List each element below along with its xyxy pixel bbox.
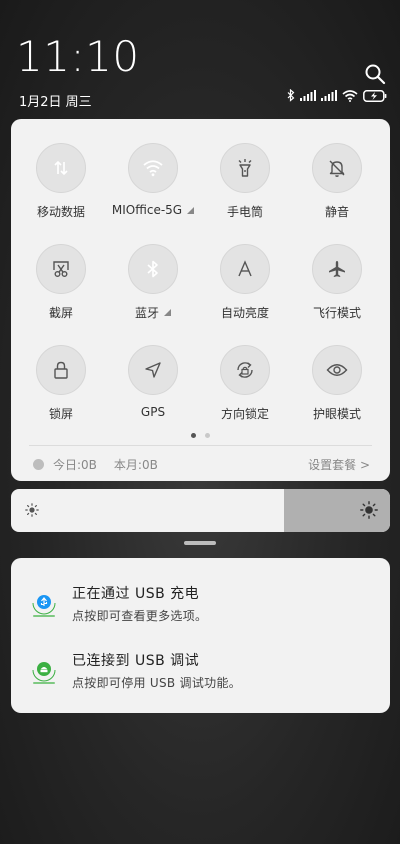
cell-signal-icon xyxy=(321,90,337,101)
notification-usb-charging[interactable]: ​ 正在通过 USB 充电 点按即可查看更多选项。 xyxy=(11,583,390,643)
divider xyxy=(29,445,372,446)
page-dot[interactable] xyxy=(205,433,210,438)
cell-signal-icon xyxy=(300,90,316,101)
toggle-gps[interactable]: GPS xyxy=(107,345,199,422)
mobile-data-icon xyxy=(54,160,68,176)
expand-caret-icon[interactable] xyxy=(187,206,195,214)
bluetooth-status-icon xyxy=(287,89,295,102)
brightness-slider[interactable] xyxy=(11,489,390,532)
clock-time: 11:10 xyxy=(16,32,140,81)
data-plan-settings-link[interactable]: 设置套餐 > xyxy=(308,456,370,473)
toggle-screenshot[interactable]: 截屏 xyxy=(15,244,107,321)
panel-drag-handle[interactable] xyxy=(184,541,216,545)
data-usage-icon xyxy=(33,459,44,470)
toggle-label: MIOffice-5G xyxy=(112,203,195,217)
rotation-lock-icon xyxy=(237,362,253,378)
wifi-status-icon xyxy=(342,89,358,102)
page-indicator[interactable] xyxy=(11,433,390,438)
toggle-label: 自动亮度 xyxy=(220,306,269,320)
status-bar-icons xyxy=(287,89,387,102)
notification-title: 已连接到 USB 调试 xyxy=(72,653,200,669)
notification-body: 点按即可查看更多选项。 xyxy=(72,609,208,623)
toggle-mute[interactable]: 静音 xyxy=(291,143,383,220)
toggle-airplane[interactable]: 飞行模式 xyxy=(291,244,383,321)
toggle-eye-care[interactable]: 护眼模式 xyxy=(291,345,383,422)
toggle-circle[interactable] xyxy=(128,345,178,395)
toggle-wifi[interactable]: MIOffice-5G xyxy=(107,143,199,220)
toggle-circle[interactable] xyxy=(312,143,362,193)
toggle-circle[interactable] xyxy=(128,143,178,193)
brightness-high-icon xyxy=(360,501,378,519)
toggle-label: 手电筒 xyxy=(226,205,263,219)
quick-settings-panel: 移动数据 MIOffice-5G 手电筒 静音 截屏 蓝牙 自动亮度 飞行模式 … xyxy=(11,119,390,481)
toggle-label: 锁屏 xyxy=(48,407,73,421)
navigation-arrow-icon xyxy=(145,362,161,378)
toggle-circle[interactable] xyxy=(36,345,86,395)
notification-usb-debugging[interactable]: 已连接到 USB 调试 点按即可停用 USB 调试功能。 xyxy=(11,650,390,710)
bell-off-icon xyxy=(329,160,345,177)
date-label: 1月2日 周三 xyxy=(19,95,92,110)
toggle-circle[interactable] xyxy=(312,244,362,294)
data-usage-month: 本月:0B xyxy=(113,458,158,472)
toggle-label: 静音 xyxy=(324,205,349,219)
notification-title: 正在通过 USB 充电 xyxy=(72,586,200,602)
toggle-circle[interactable] xyxy=(220,143,270,193)
flashlight-icon xyxy=(238,159,252,177)
scissors-icon xyxy=(53,261,69,277)
toggle-circle[interactable] xyxy=(36,143,86,193)
toggle-lock-screen[interactable]: 锁屏 xyxy=(15,345,107,422)
toggle-flashlight[interactable]: 手电筒 xyxy=(199,143,291,220)
bluetooth-icon xyxy=(147,260,158,278)
toggle-label: 移动数据 xyxy=(36,205,85,219)
toggle-label: 方向锁定 xyxy=(220,407,269,421)
toggle-mobile-data[interactable]: 移动数据 xyxy=(15,143,107,220)
toggle-circle[interactable] xyxy=(36,244,86,294)
quick-toggle-grid: 移动数据 MIOffice-5G 手电筒 静音 截屏 蓝牙 自动亮度 飞行模式 … xyxy=(11,143,390,422)
search-icon[interactable] xyxy=(364,63,386,85)
toggle-auto-brightness[interactable]: 自动亮度 xyxy=(199,244,291,321)
expand-caret-icon[interactable] xyxy=(164,309,171,316)
notification-body: 点按即可停用 USB 调试功能。 xyxy=(72,676,242,690)
battery-charging-icon xyxy=(363,89,387,102)
data-usage-today: 今日:0B xyxy=(53,458,97,472)
toggle-circle[interactable] xyxy=(128,244,178,294)
usb-charging-app-icon: ​ xyxy=(32,595,56,617)
wifi-icon xyxy=(143,160,163,177)
data-usage-row: 今日:0B 本月:0B 设置套餐 > xyxy=(33,456,370,473)
toggle-label: GPS xyxy=(140,405,166,419)
page-dot-active[interactable] xyxy=(191,433,196,438)
lock-icon xyxy=(54,361,68,379)
toggle-rotation-lock[interactable]: 方向锁定 xyxy=(199,345,291,422)
toggle-label: 护眼模式 xyxy=(312,407,361,421)
brightness-low-icon xyxy=(25,503,39,517)
toggle-circle[interactable] xyxy=(220,345,270,395)
toggle-circle[interactable] xyxy=(220,244,270,294)
toggle-label: 蓝牙 xyxy=(135,304,171,321)
toggle-label: 飞行模式 xyxy=(312,306,361,320)
usb-debug-app-icon xyxy=(32,662,56,684)
eye-icon xyxy=(326,364,348,376)
notification-card: ​ 正在通过 USB 充电 点按即可查看更多选项。 已连接到 USB 调试 点按… xyxy=(11,558,390,713)
letter-a-icon xyxy=(238,260,252,277)
toggle-bluetooth[interactable]: 蓝牙 xyxy=(107,244,199,321)
toggle-circle[interactable] xyxy=(312,345,362,395)
airplane-icon xyxy=(329,261,345,277)
toggle-label: 截屏 xyxy=(48,306,73,320)
